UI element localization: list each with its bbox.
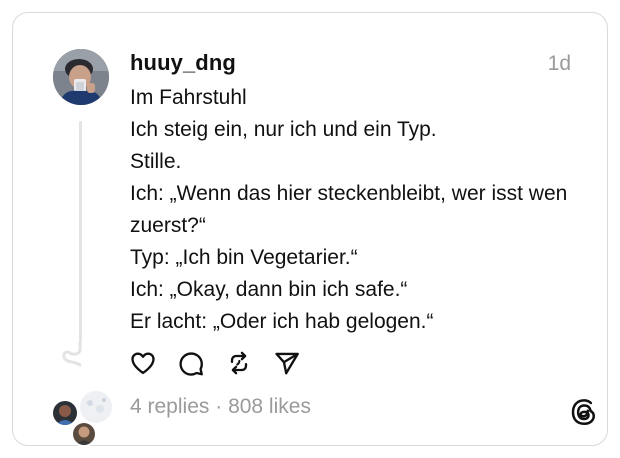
replier-avatar (78, 389, 114, 425)
avatar-photo (53, 49, 109, 105)
thread-curl-icon (62, 341, 82, 367)
replier-photo (80, 391, 112, 423)
post-text: Im Fahrstuhl Ich steig ein, nur ich und … (130, 82, 600, 338)
replier-photo (53, 401, 77, 425)
reply-button[interactable] (177, 349, 205, 377)
post-line: Stille. (130, 150, 182, 173)
post-stats: 4 replies · 808 likes (130, 395, 311, 419)
send-icon (275, 352, 299, 375)
post-line: Ich: „Okay, dann bin ich safe.“ (130, 278, 408, 301)
replier-avatar (71, 421, 97, 447)
like-button[interactable] (129, 349, 157, 377)
likes-count-link[interactable]: 808 likes (228, 395, 311, 418)
post-timestamp: 1d (547, 52, 571, 75)
post-line: Im Fahrstuhl (130, 86, 247, 109)
replier-photo (73, 423, 95, 445)
author-avatar[interactable] (53, 49, 109, 105)
repost-button[interactable] (225, 349, 253, 377)
post-line: Typ: „Ich bin Vegetarier.“ (130, 246, 358, 269)
stats-separator: · (209, 395, 229, 418)
share-button[interactable] (273, 349, 301, 377)
replier-avatars[interactable] (51, 389, 114, 447)
threads-logo-icon[interactable] (569, 397, 599, 427)
post-line: Ich: „Wenn das hier steckenbleibt, wer i… (130, 182, 568, 205)
heart-icon (131, 352, 155, 375)
comment-icon (179, 352, 203, 376)
username[interactable]: huuy_dng (130, 50, 236, 76)
replies-count-link[interactable]: 4 replies (130, 395, 209, 418)
post-line: Ich steig ein, nur ich und ein Typ. (130, 118, 437, 141)
thread-line (79, 121, 82, 341)
post-card: huuy_dng 1d Im Fahrstuhl Ich steig ein, … (12, 12, 608, 447)
repost-icon (230, 351, 248, 375)
post-line: zuerst?“ (130, 214, 206, 237)
post-line: Er lacht: „Oder ich hab gelogen.“ (130, 310, 434, 333)
replier-avatar (51, 399, 79, 427)
